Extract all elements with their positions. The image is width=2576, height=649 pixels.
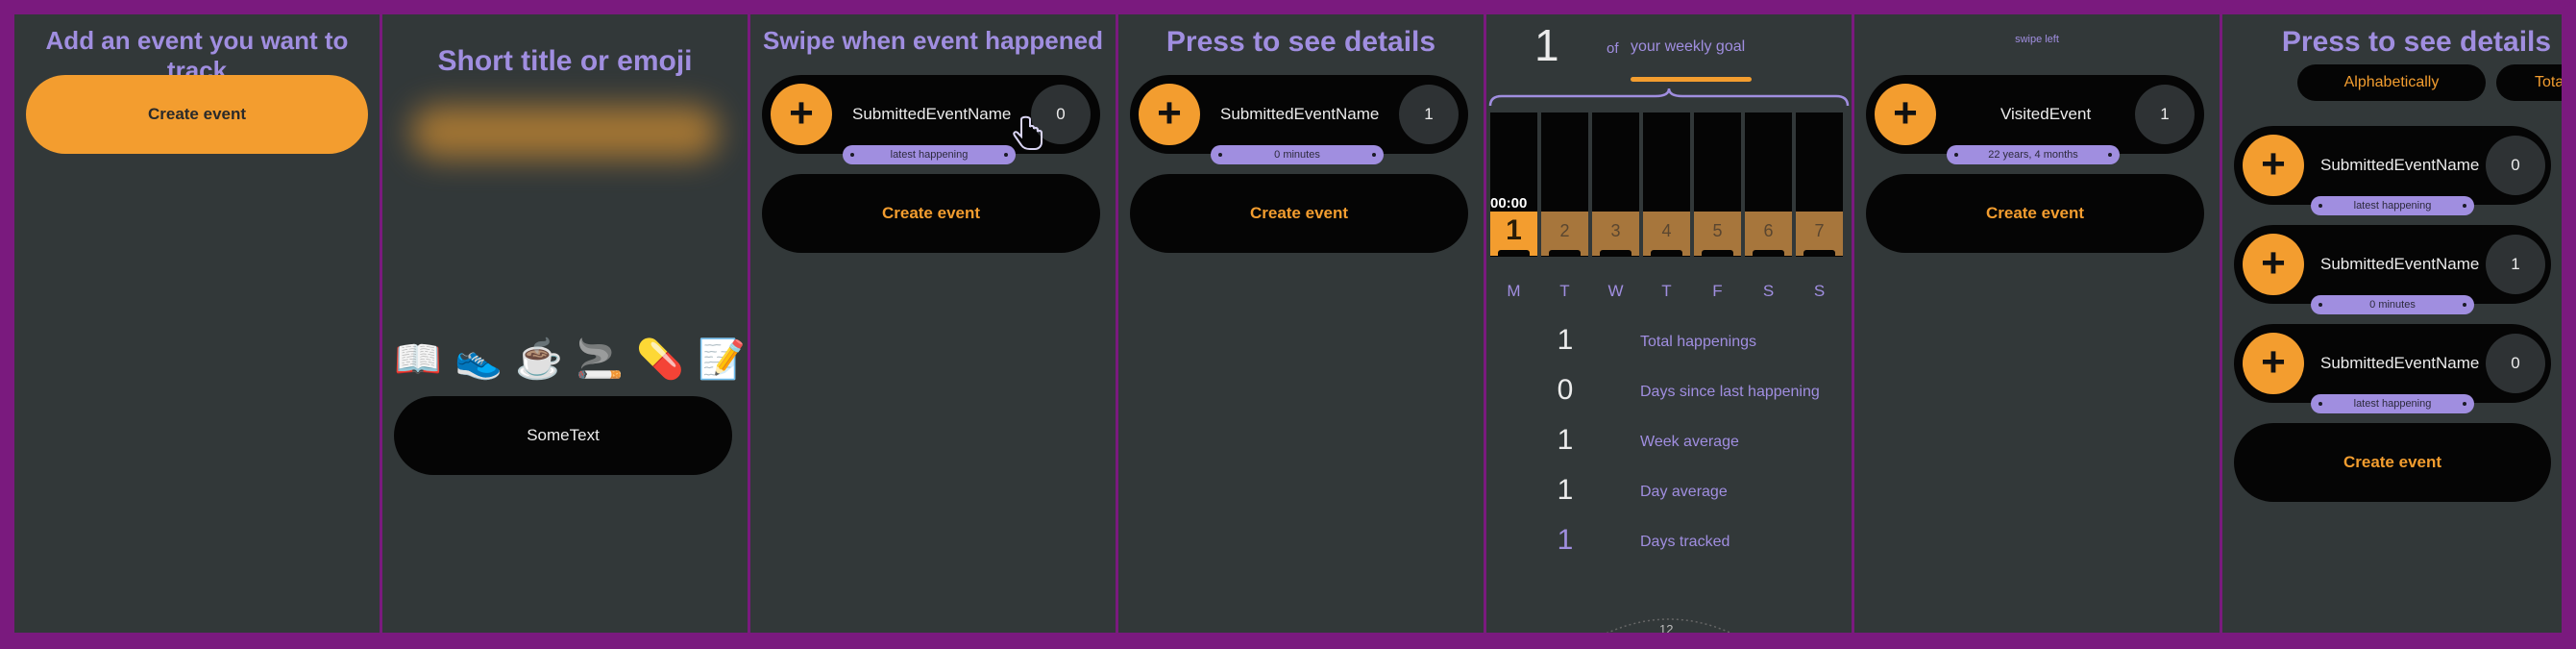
event-name: SubmittedEventName <box>852 105 1012 123</box>
stat-label: Day average <box>1640 484 1728 500</box>
event-name: VisitedEvent <box>2000 105 2092 123</box>
screen-event-details: 1 of your weekly goal 1234567 00:00 MTWT… <box>1486 14 1852 633</box>
stat-value: 1 <box>1557 424 1574 456</box>
screen-title: Press to see details <box>1165 26 1436 58</box>
weekday-letter: M <box>1507 282 1521 300</box>
weekday-letter: T <box>1661 282 1672 300</box>
title-glow <box>411 106 719 159</box>
add-happening-button[interactable]: + <box>771 84 832 145</box>
event-tag: 0 minutes <box>2311 295 2474 314</box>
latest-happening-tag: latest happening <box>843 145 1016 164</box>
screen-title-input: Short title or emoji 📖 👟 ☕ 🚬 💊 📝 SomeText <box>382 14 748 633</box>
event-row[interactable]: + VisitedEvent 1 <box>1866 75 2204 154</box>
day-number[interactable]: 6 <box>1745 212 1792 256</box>
weekly-goal-count: 1 <box>1534 20 1559 70</box>
stat-label: Week average <box>1640 434 1739 450</box>
event-row[interactable]: + SubmittedEventName 1 <box>1130 75 1468 154</box>
emoji-option[interactable]: 👟 <box>454 337 503 382</box>
add-happening-button[interactable]: + <box>2243 333 2304 394</box>
happening-count: 1 <box>2135 85 2195 144</box>
add-happening-button[interactable]: + <box>2243 234 2304 295</box>
event-name: SubmittedEventName <box>2320 354 2480 372</box>
event-tag: latest happening <box>2311 196 2474 215</box>
title-placeholder[interactable]: Short title or emoji <box>382 45 748 78</box>
time-since-tag: 22 years, 4 months <box>1947 145 2120 164</box>
goal-of-label: of <box>1607 40 1619 57</box>
emoji-option[interactable]: 🚬 <box>576 337 624 382</box>
event-row[interactable]: + SubmittedEventName 1 <box>2234 225 2551 304</box>
day-number[interactable]: 7 <box>1796 212 1843 256</box>
swipe-hand-icon <box>1013 115 1043 150</box>
emoji-option[interactable]: 💊 <box>636 337 684 382</box>
event-row[interactable]: + SubmittedEventName 0 <box>2234 324 2551 403</box>
add-happening-button[interactable]: + <box>2243 135 2304 196</box>
stat-label: Total happenings <box>1640 334 1756 350</box>
screen-title: Swipe when event happened <box>763 26 1103 55</box>
weekday-letter: T <box>1559 282 1570 300</box>
event-name: SubmittedEventName <box>2320 156 2480 174</box>
happening-count: 1 <box>1399 85 1459 144</box>
event-tag: latest happening <box>2311 394 2474 413</box>
add-happening-button[interactable]: + <box>1139 84 1200 145</box>
weekly-goal-label[interactable]: your weekly goal <box>1631 38 1745 56</box>
screen-swipe-left: swipe left + VisitedEvent 1 22 years, 4 … <box>1854 14 2220 633</box>
screen-swipe: Swipe when event happened + SubmittedEve… <box>750 14 1116 633</box>
stat-label: Days tracked <box>1640 534 1730 550</box>
day-number[interactable]: 4 <box>1643 212 1690 256</box>
create-event-button[interactable]: Create event <box>2234 423 2551 502</box>
time-since-tag: 0 minutes <box>1211 145 1384 164</box>
create-event-button[interactable]: Create event <box>1130 174 1468 253</box>
weekday-letter: S <box>1813 282 1826 300</box>
event-row[interactable]: + SubmittedEventName 0 <box>762 75 1100 154</box>
happening-count: 1 <box>2486 235 2545 294</box>
screen-event-list: Press to see details Alphabetically Tota… <box>2222 14 2562 633</box>
weekday-letter: F <box>1712 282 1723 300</box>
sort-tab-total[interactable]: Total <box>2496 64 2562 101</box>
clock-digit: 12 <box>1659 622 1674 633</box>
screen-title: Press to see details <box>2281 26 2552 58</box>
emoji-option[interactable]: ☕ <box>515 337 563 382</box>
create-event-button[interactable]: Create event <box>762 174 1100 253</box>
event-name: SubmittedEventName <box>2320 255 2480 273</box>
create-event-button[interactable]: Create event <box>26 75 368 154</box>
event-name: SubmittedEventName <box>1220 105 1380 123</box>
time-label: 00:00 <box>1490 195 1528 212</box>
day-number[interactable]: 5 <box>1694 212 1741 256</box>
stat-value: 1 <box>1557 524 1574 556</box>
swipe-hint: swipe left <box>2015 34 2059 45</box>
stat-value: 1 <box>1557 474 1574 506</box>
screen-add-event: Add an event you want to track Create ev… <box>14 14 380 633</box>
add-happening-button[interactable]: + <box>1875 84 1936 145</box>
submit-title-button[interactable]: SomeText <box>394 396 732 475</box>
happening-count: 0 <box>2486 334 2545 393</box>
emoji-option[interactable]: 📖 <box>394 337 442 382</box>
stat-label: Days since last happening <box>1640 384 1820 400</box>
sort-tab-alphabetically[interactable]: Alphabetically <box>2297 64 2486 101</box>
goal-underline <box>1631 77 1752 82</box>
create-event-button[interactable]: Create event <box>1866 174 2204 253</box>
weekday-letter: W <box>1607 282 1624 300</box>
event-row[interactable]: + SubmittedEventName 0 <box>2234 126 2551 205</box>
weekday-letter: S <box>1762 282 1775 300</box>
stat-value: 0 <box>1557 374 1574 406</box>
emoji-option[interactable]: 📝 <box>698 337 746 382</box>
happening-count: 0 <box>2486 136 2545 195</box>
day-number[interactable]: 1 <box>1490 212 1537 256</box>
day-number[interactable]: 3 <box>1592 212 1639 256</box>
week-bracket <box>1488 87 1850 107</box>
stat-value: 1 <box>1557 324 1574 356</box>
day-number[interactable]: 2 <box>1541 212 1588 256</box>
screen-details-hint: Press to see details + SubmittedEventNam… <box>1118 14 1484 633</box>
